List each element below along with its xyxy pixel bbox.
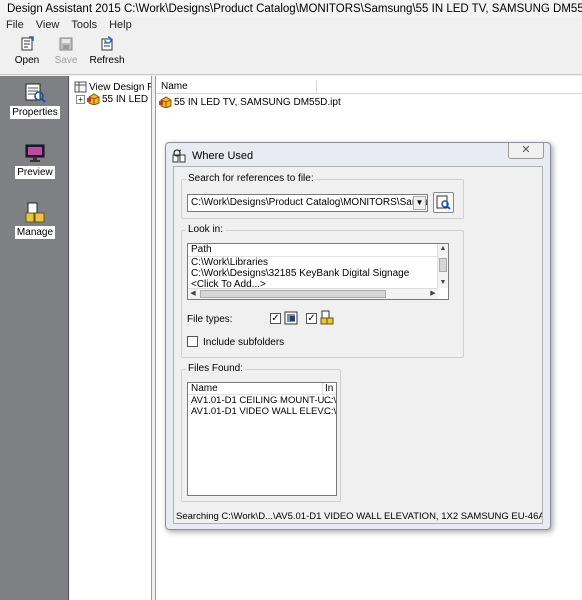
search-status: Searching C:\Work\D...\AV5.01-D1 VIDEO W… bbox=[176, 511, 542, 522]
window-title: Design Assistant 2015 C:\Work\Designs\Pr… bbox=[7, 2, 582, 15]
properties-button[interactable]: Properties bbox=[4, 82, 66, 119]
search-file-value: C:\Work\Designs\Product Catalog\MONITORS… bbox=[191, 197, 428, 208]
menu-help[interactable]: Help bbox=[103, 19, 138, 31]
where-used-dialog: Where Used ✕ Search for references to fi… bbox=[165, 142, 551, 530]
toolbar: Open Save Refresh bbox=[0, 32, 582, 75]
tree-item[interactable]: + 55 IN LED T bbox=[76, 93, 152, 105]
tree-root-label: View Design Pro bbox=[89, 81, 151, 93]
path-column-header[interactable]: Path bbox=[188, 244, 448, 257]
tree-item-label: 55 IN LED T bbox=[102, 93, 152, 105]
dialog-title-bar: Where Used bbox=[172, 149, 253, 163]
browse-icon bbox=[436, 195, 451, 210]
assembly-file-type-icon bbox=[320, 310, 334, 325]
look-in-group: Look in: Path C:\Work\Libraries C:\Work\… bbox=[181, 224, 464, 358]
refresh-button[interactable]: Refresh bbox=[88, 36, 126, 70]
found-file-in: C:\ bbox=[324, 395, 337, 406]
manage-label: Manage bbox=[14, 226, 56, 239]
menu-tools[interactable]: Tools bbox=[65, 19, 103, 31]
files-found-name-header[interactable]: Name bbox=[191, 383, 218, 394]
preview-icon bbox=[25, 144, 45, 162]
part-file-type-icon bbox=[284, 311, 298, 325]
close-button[interactable]: ✕ bbox=[508, 143, 544, 159]
open-button[interactable]: Open bbox=[8, 36, 46, 70]
expand-icon[interactable]: + bbox=[76, 94, 85, 104]
menu-bar: File View Tools Help bbox=[0, 17, 582, 32]
menu-view[interactable]: View bbox=[30, 19, 66, 31]
search-label: Search for references to file: bbox=[186, 173, 316, 184]
scroll-up-icon[interactable]: ▲ bbox=[438, 244, 448, 254]
file-type-part-checkbox[interactable]: ✓ bbox=[270, 313, 281, 324]
properties-icon bbox=[25, 83, 46, 103]
tree-pane: View Design Pro + 55 IN LED T bbox=[70, 76, 152, 600]
preview-button[interactable]: Preview bbox=[4, 142, 66, 179]
look-in-label: Look in: bbox=[186, 224, 226, 235]
scroll-thumb[interactable] bbox=[439, 258, 447, 272]
chevron-down-icon[interactable]: ▼ bbox=[413, 196, 426, 210]
left-panel: Properties Preview Manage bbox=[0, 76, 69, 600]
found-file-name: AV1.01-D1 VIDEO WALL ELEV... bbox=[191, 406, 331, 417]
include-subfolders-checkbox[interactable] bbox=[187, 336, 198, 347]
files-found-in-header[interactable]: In bbox=[322, 383, 333, 394]
name-column-label: Name bbox=[161, 81, 188, 92]
look-in-list[interactable]: Path C:\Work\Libraries C:\Work\Designs\3… bbox=[187, 243, 449, 300]
look-in-horizontal-scrollbar[interactable]: ◀ ▶ bbox=[188, 288, 438, 299]
scroll-thumb[interactable] bbox=[200, 290, 386, 298]
part-icon bbox=[87, 93, 100, 105]
file-types-label: File types: bbox=[187, 314, 233, 325]
refresh-label: Refresh bbox=[89, 55, 125, 66]
look-in-path[interactable]: C:\Work\Designs\32185 KeyBank Digital Si… bbox=[188, 268, 448, 279]
files-found-label: Files Found: bbox=[186, 363, 246, 374]
manage-button[interactable]: Manage bbox=[4, 202, 66, 239]
title-bar: Design Assistant 2015 C:\Work\Designs\Pr… bbox=[0, 0, 582, 17]
where-used-icon bbox=[172, 149, 186, 163]
files-found-header: Name In bbox=[188, 383, 336, 395]
look-in-vertical-scrollbar[interactable]: ▲ ▼ bbox=[437, 244, 448, 288]
properties-label: Properties bbox=[10, 106, 60, 119]
preview-label: Preview bbox=[15, 166, 55, 179]
open-icon bbox=[21, 36, 34, 51]
file-row[interactable]: 55 IN LED TV, SAMSUNG DM55D.ipt bbox=[159, 96, 341, 108]
scroll-left-icon[interactable]: ◀ bbox=[188, 289, 198, 299]
tree-root[interactable]: View Design Pro bbox=[74, 81, 151, 93]
file-name: 55 IN LED TV, SAMSUNG DM55D.ipt bbox=[174, 96, 341, 108]
browse-button[interactable] bbox=[433, 192, 454, 213]
scroll-down-icon[interactable]: ▼ bbox=[438, 278, 448, 288]
scroll-right-icon[interactable]: ▶ bbox=[428, 289, 438, 299]
files-found-row[interactable]: AV1.01-D1 VIDEO WALL ELEV... C:\ bbox=[188, 406, 336, 417]
search-group: Search for references to file: C:\Work\D… bbox=[181, 173, 464, 219]
name-column-header[interactable]: Name bbox=[156, 80, 582, 94]
close-icon: ✕ bbox=[521, 144, 531, 156]
refresh-icon bbox=[101, 36, 113, 51]
files-found-group: Files Found: Name In AV1.01-D1 CEILING M… bbox=[181, 363, 341, 502]
found-file-in: C:\ bbox=[324, 406, 337, 417]
save-label: Save bbox=[54, 55, 78, 66]
design-view-icon bbox=[74, 81, 87, 93]
file-type-assembly-checkbox[interactable]: ✓ bbox=[306, 313, 317, 324]
manage-icon bbox=[25, 202, 45, 223]
column-separator bbox=[316, 80, 317, 94]
menu-file[interactable]: File bbox=[0, 19, 30, 31]
dialog-body: Search for references to file: C:\Work\D… bbox=[173, 166, 543, 524]
found-file-name: AV1.01-D1 CEILING MOUNT-U... bbox=[191, 395, 333, 406]
search-file-combo[interactable]: C:\Work\Designs\Product Catalog\MONITORS… bbox=[187, 194, 428, 212]
look-in-path[interactable]: C:\Work\Libraries bbox=[188, 257, 448, 268]
files-found-row[interactable]: AV1.01-D1 CEILING MOUNT-U... C:\ bbox=[188, 395, 336, 406]
dialog-title: Where Used bbox=[192, 150, 254, 162]
save-button[interactable]: Save bbox=[47, 36, 85, 70]
files-found-list[interactable]: Name In AV1.01-D1 CEILING MOUNT-U... C:\… bbox=[187, 382, 337, 496]
include-subfolders-label: Include subfolders bbox=[203, 337, 285, 348]
save-icon bbox=[59, 37, 73, 51]
part-icon bbox=[159, 96, 172, 108]
open-label: Open bbox=[14, 55, 40, 66]
